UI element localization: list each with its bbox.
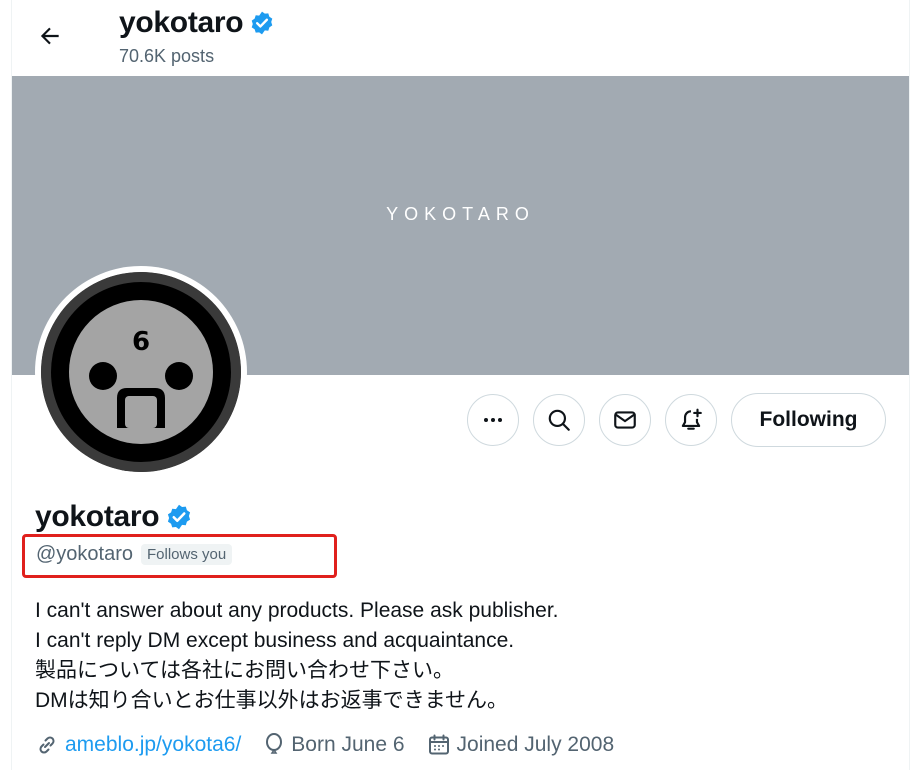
post-count: 70.6K posts <box>119 46 215 66</box>
back-arrow-icon <box>40 27 59 45</box>
profile-name-row: yokotaro <box>35 500 193 534</box>
verified-badge-icon[interactable] <box>165 503 193 531</box>
birthday-text: Born June 6 <box>291 733 405 756</box>
notification-bell-plus-icon <box>681 408 702 430</box>
banner-text: YOKOTARO <box>386 204 535 224</box>
balloon-icon <box>266 733 283 754</box>
bio-line: DMは知り合いとお仕事以外はお返事できません。 <box>35 689 509 712</box>
more-icon <box>484 418 502 422</box>
profile-bio: I can't answer about any products. Pleas… <box>35 596 558 716</box>
more-button[interactable] <box>467 394 519 446</box>
notifications-button[interactable] <box>665 394 717 446</box>
verified-badge-icon <box>252 11 273 35</box>
avatar[interactable]: 6 <box>35 266 247 478</box>
back-button[interactable] <box>30 16 70 56</box>
timeline-border-right <box>909 0 910 770</box>
joined-text: Joined July 2008 <box>456 733 615 756</box>
calendar-icon <box>428 734 449 755</box>
website-link[interactable]: ameblo.jp/yokota6/ <box>65 733 241 757</box>
bio-line: I can't answer about any products. Pleas… <box>35 599 559 622</box>
avatar-number: 6 <box>132 327 150 357</box>
birthday-item: Born June 6 <box>263 733 405 757</box>
header-title: yokotaro <box>119 6 275 40</box>
highlight-annotation <box>22 534 337 578</box>
following-button[interactable]: Following <box>731 393 886 447</box>
profile-name: yokotaro <box>35 500 160 533</box>
joined-item: Joined July 2008 <box>427 733 615 757</box>
search-button[interactable] <box>533 394 585 446</box>
search-icon <box>548 409 570 431</box>
profile-meta: ameblo.jp/yokota6/ Born June 6 Joined Ju… <box>35 733 636 757</box>
mail-icon <box>614 411 636 429</box>
link-icon <box>39 736 55 754</box>
avatar-face-graphic: 6 <box>41 272 241 472</box>
bio-line: 製品については各社にお問い合わせ下さい。 <box>35 659 454 682</box>
website-item: ameblo.jp/yokota6/ <box>35 733 241 757</box>
message-button[interactable] <box>599 394 651 446</box>
avatar-image: 6 <box>41 272 241 472</box>
header-name: yokotaro <box>119 6 244 39</box>
bio-line: I can't reply DM except business and acq… <box>35 629 515 652</box>
